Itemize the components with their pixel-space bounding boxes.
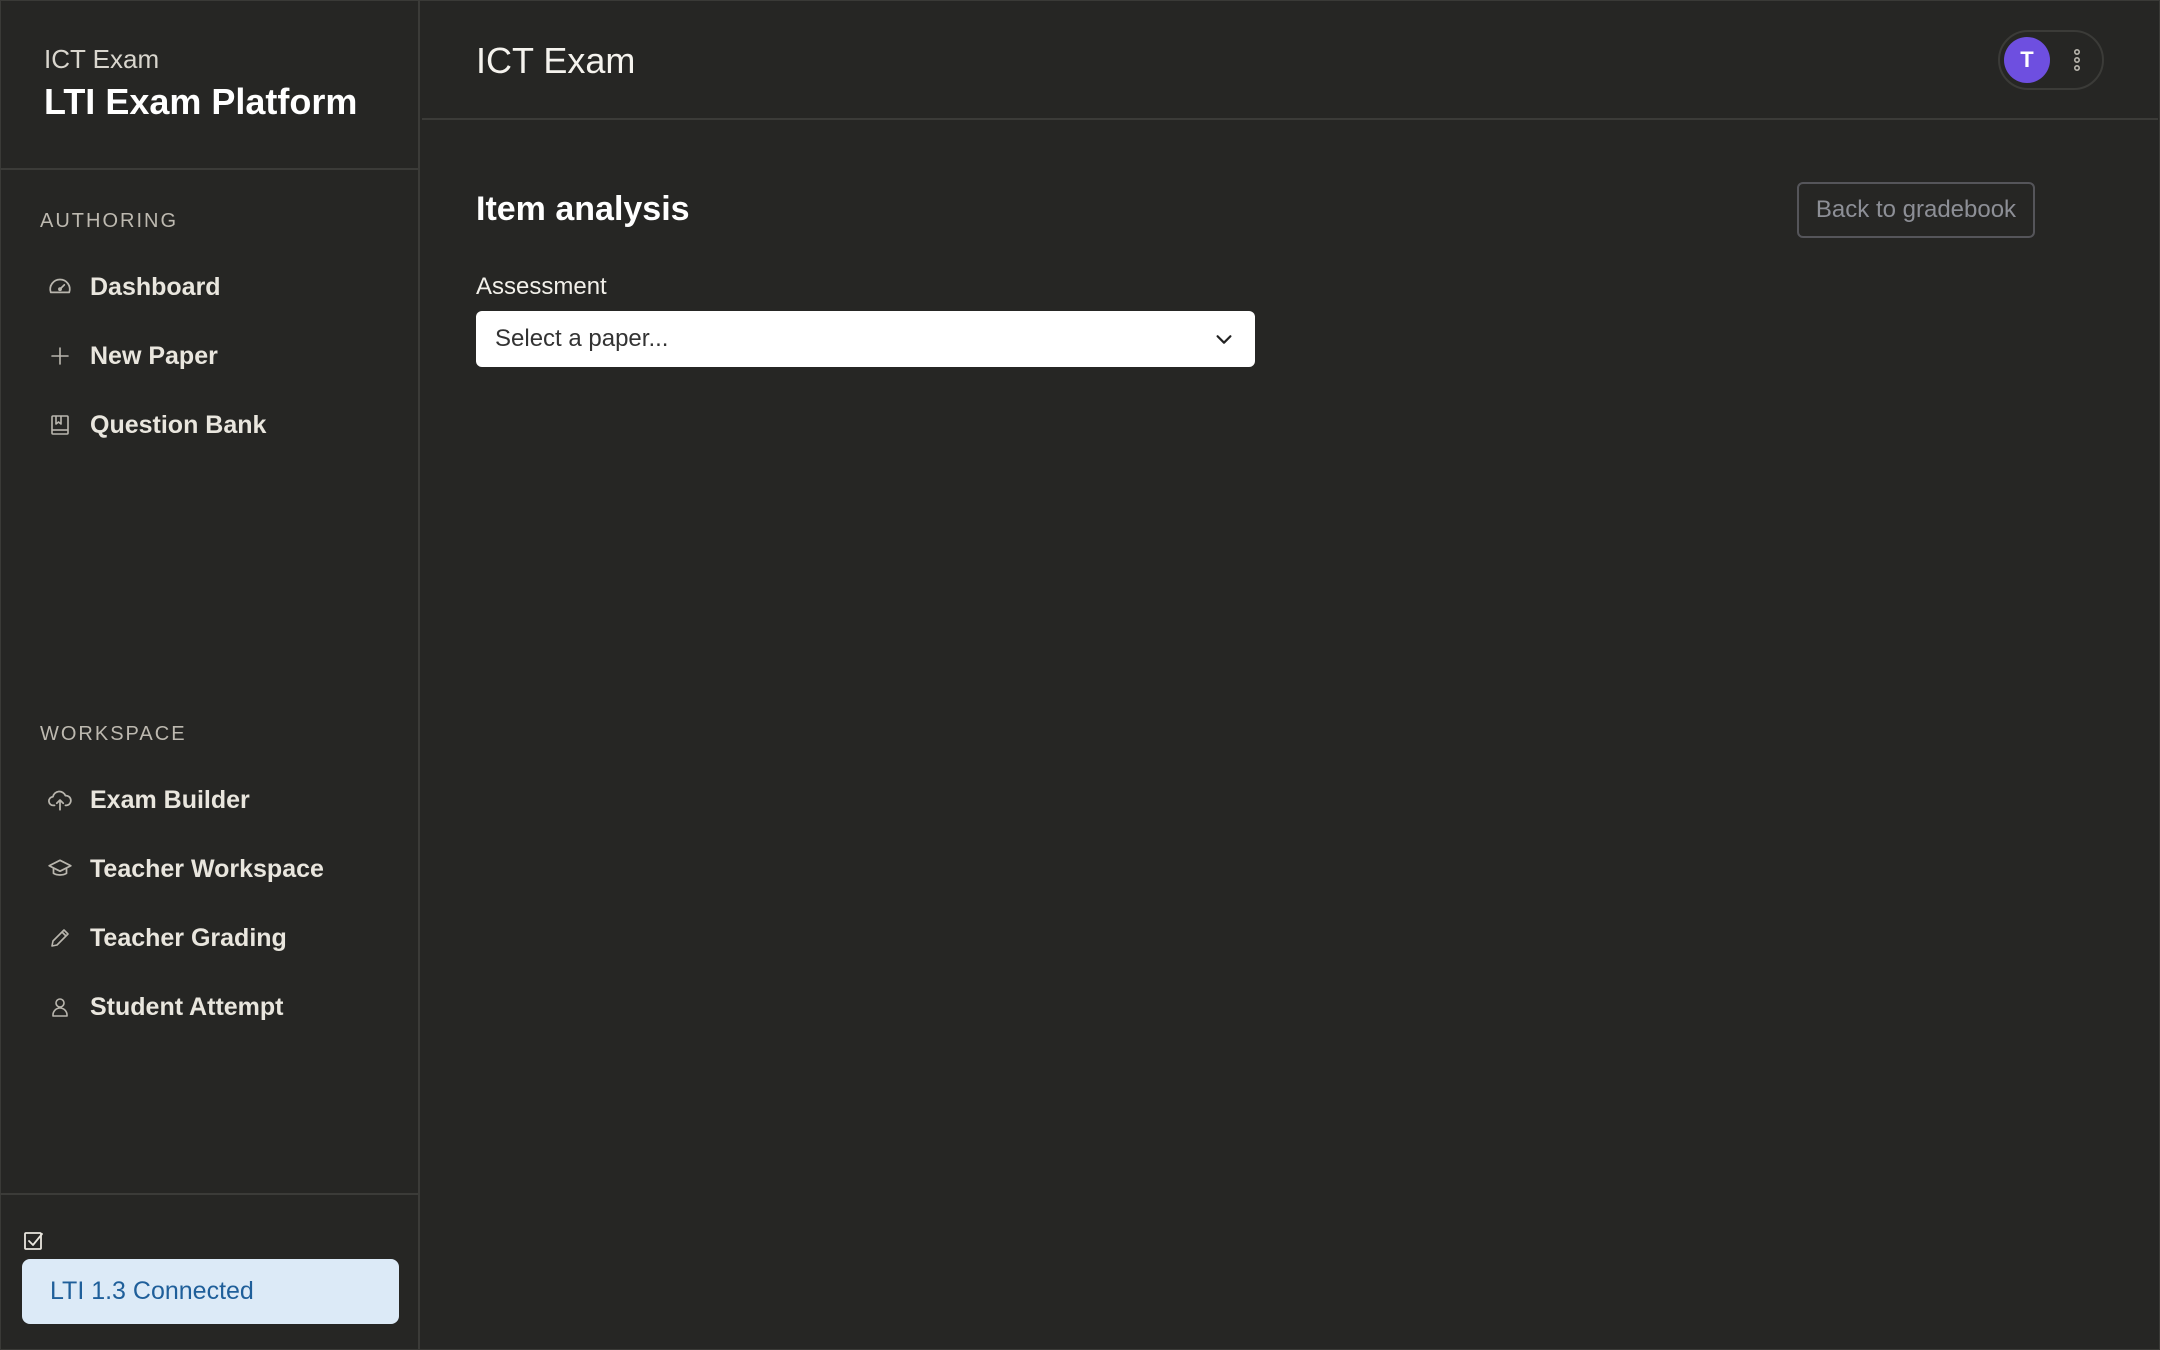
sidebar-item-label: New Paper [90, 341, 218, 370]
sidebar-item-label: Student Attempt [90, 992, 284, 1021]
assessment-select-value: Select a paper... [495, 325, 669, 352]
assessment-select[interactable]: Select a paper... [476, 311, 1255, 367]
section-label-authoring: AUTHORING [40, 210, 178, 232]
brand-divider [0, 168, 420, 170]
sidebar-item-label: Question Bank [90, 410, 267, 439]
sidebar-footer-divider [0, 1193, 420, 1195]
sidebar-item-label: Teacher Workspace [90, 854, 324, 883]
sidebar-item-teacher-grading[interactable]: Teacher Grading [30, 908, 400, 968]
sidebar: ICT Exam LTI Exam Platform AUTHORING Das… [0, 0, 420, 1350]
brand: ICT Exam LTI Exam Platform [44, 44, 357, 124]
kebab-menu-icon [2070, 46, 2084, 79]
chevron-down-icon [1213, 328, 1235, 357]
plus-icon [30, 344, 90, 368]
section-label-workspace: WORKSPACE [40, 723, 187, 745]
cloud-upload-icon [30, 787, 90, 813]
user-menu-button[interactable]: T [1998, 30, 2104, 90]
avatar: T [2004, 37, 2050, 83]
top-bar: ICT Exam T [422, 0, 2158, 120]
sidebar-item-dashboard[interactable]: Dashboard [30, 257, 400, 317]
pencil-icon [30, 926, 90, 950]
sidebar-item-teacher-workspace[interactable]: Teacher Workspace [30, 839, 400, 899]
graduation-cap-icon [30, 856, 90, 882]
back-to-gradebook-button[interactable]: Back to gradebook [1797, 182, 2035, 238]
sidebar-item-question-bank[interactable]: Question Bank [30, 395, 400, 455]
user-icon [30, 995, 90, 1019]
app-title: ICT Exam [476, 40, 636, 81]
sidebar-item-exam-builder[interactable]: Exam Builder [30, 770, 400, 830]
lti-status-badge: LTI 1.3 Connected [22, 1259, 399, 1324]
sidebar-item-label: Teacher Grading [90, 923, 287, 952]
checkbox-icon [22, 1229, 46, 1258]
brand-title: LTI Exam Platform [44, 81, 358, 122]
assessment-label: Assessment [476, 273, 607, 300]
brand-subtitle: ICT Exam [44, 44, 160, 74]
gauge-icon [30, 274, 90, 300]
sidebar-item-label: Exam Builder [90, 785, 250, 814]
sidebar-item-label: Dashboard [90, 272, 221, 301]
sidebar-item-new-paper[interactable]: New Paper [30, 326, 400, 386]
sidebar-item-student-attempt[interactable]: Student Attempt [30, 977, 400, 1037]
page-title: Item analysis [476, 190, 690, 228]
book-icon [30, 413, 90, 437]
